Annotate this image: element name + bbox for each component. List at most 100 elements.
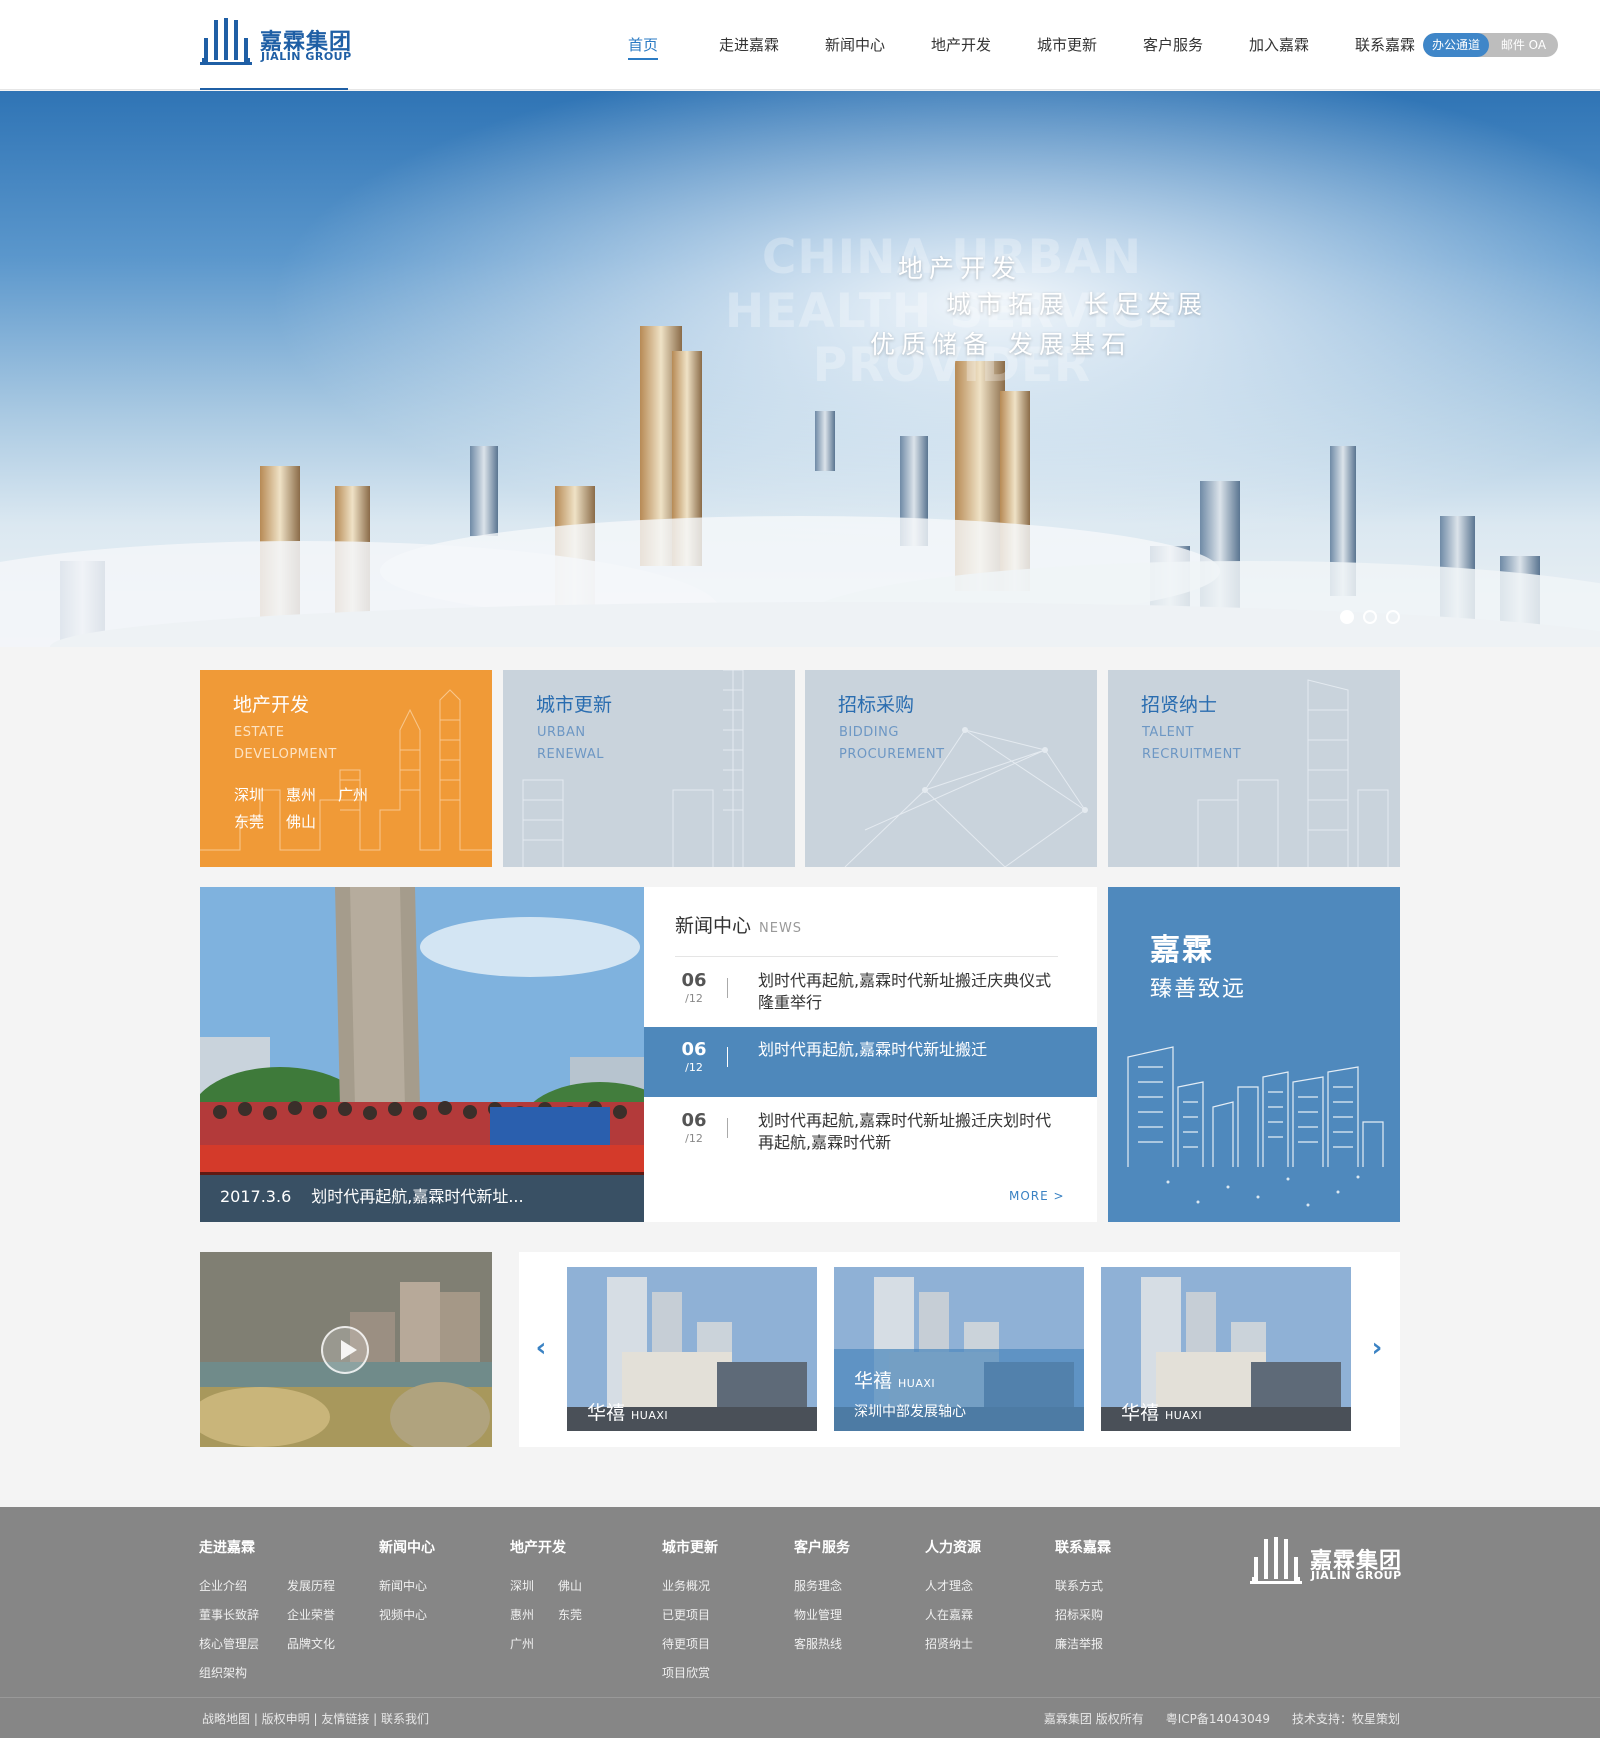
footer-column-title[interactable]: 城市更新 xyxy=(662,1537,742,1565)
banner-dot-1[interactable] xyxy=(1340,610,1354,624)
footer-link[interactable]: 业务概况 xyxy=(662,1577,742,1606)
footer-link[interactable]: 组织架构 xyxy=(199,1664,263,1693)
footer-utility-links[interactable]: 战略地图 | 版权申明 | 友情链接 | 联系我们 xyxy=(202,1710,429,1727)
footer-link[interactable]: 物业管理 xyxy=(794,1606,874,1635)
city-dongguan[interactable]: 东莞 xyxy=(234,809,286,836)
office-channel-button[interactable]: 办公通道 xyxy=(1423,33,1489,57)
footer-link[interactable]: 深圳 xyxy=(510,1577,534,1606)
footer-link[interactable]: 招标采购 xyxy=(1055,1606,1135,1635)
footer-link[interactable]: 新闻中心 xyxy=(379,1577,459,1606)
footer-link[interactable]: 客服热线 xyxy=(794,1635,874,1664)
site-header: 嘉霖集团 JIALIN GROUP 首页 走进嘉霖 新闻中心 地产开发 城市更新… xyxy=(0,0,1600,90)
nav-estate[interactable]: 地产开发 xyxy=(908,0,1014,90)
play-icon[interactable] xyxy=(321,1326,369,1374)
news-list-item-active[interactable]: 06 /12 划时代再起航,嘉霖时代新址搬迁 xyxy=(644,1027,1097,1097)
project-name-en: HUAXI xyxy=(898,1377,936,1390)
card-english: URBAN RENEWAL xyxy=(537,722,737,766)
footer-links: 深圳 佛山 惠州 东莞 广州 xyxy=(510,1577,582,1664)
footer-link[interactable]: 招贤纳士 xyxy=(925,1635,1005,1664)
nav-about[interactable]: 走进嘉霖 xyxy=(696,0,802,90)
footer-column-title[interactable]: 人力资源 xyxy=(925,1537,1005,1565)
card-bidding-procurement[interactable]: 招标采购 BIDDING PROCUREMENT xyxy=(805,670,1097,867)
footer-link[interactable]: 人在嘉霖 xyxy=(925,1606,1005,1635)
logo-mark-icon xyxy=(1250,1537,1302,1584)
city-list: 深圳 惠州 广州 东莞 佛山 xyxy=(234,782,394,836)
footer-link[interactable]: 董事长致辞 xyxy=(199,1606,263,1635)
footer-link[interactable]: 广州 xyxy=(510,1635,534,1664)
project-card[interactable]: 华禧 HUAXI xyxy=(567,1267,817,1431)
nav-service[interactable]: 客户服务 xyxy=(1120,0,1226,90)
news-title[interactable]: 划时代再起航,嘉霖时代新址搬迁庆典仪式隆重举行 xyxy=(758,970,1063,1014)
footer-links: 企业介绍 发展历程 董事长致辞 企业荣誉 核心管理层 品牌文化 组织架构 xyxy=(199,1577,351,1693)
footer-link[interactable]: 企业介绍 xyxy=(199,1577,263,1606)
footer-column-title[interactable]: 地产开发 xyxy=(510,1537,582,1565)
news-feature-photo[interactable]: 2017.3.6 划时代再起航,嘉霖时代新址... xyxy=(200,887,644,1222)
carousel-prev-icon[interactable]: ‹ xyxy=(531,1330,551,1366)
project-subtitle: 深圳中部发展轴心 xyxy=(854,1404,966,1420)
footer-links: 联系方式 招标采购 廉洁举报 xyxy=(1055,1577,1135,1664)
footer-link[interactable]: 佛山 xyxy=(558,1577,582,1606)
news-more-link[interactable]: MORE > xyxy=(1009,1189,1065,1203)
video-thumbnail[interactable] xyxy=(200,1252,492,1447)
logo-mark-icon xyxy=(200,18,252,65)
card-estate-development[interactable]: 地产开发 ESTATE DEVELOPMENT 深圳 惠州 广州 东莞 佛山 xyxy=(200,670,492,867)
project-name-cn: 华禧 xyxy=(1121,1402,1160,1424)
footer-link[interactable]: 品牌文化 xyxy=(287,1635,351,1664)
project-name: 华禧 HUAXI xyxy=(1121,1398,1202,1425)
city-huizhou[interactable]: 惠州 xyxy=(286,782,338,809)
news-date: 06 /12 xyxy=(676,1110,712,1146)
city-shenzhen[interactable]: 深圳 xyxy=(234,782,286,809)
nav-news[interactable]: 新闻中心 xyxy=(802,0,908,90)
footer-link[interactable]: 项目欣赏 xyxy=(662,1664,742,1693)
nav-home[interactable]: 首页 xyxy=(590,0,696,90)
footer-link[interactable]: 服务理念 xyxy=(794,1577,874,1606)
footer-link[interactable]: 已更项目 xyxy=(662,1606,742,1635)
footer-column-title[interactable]: 客户服务 xyxy=(794,1537,874,1565)
card-english-line-1: ESTATE xyxy=(234,725,285,740)
news-month: /12 xyxy=(685,992,703,1005)
news-list-item[interactable]: 06 /12 划时代再起航,嘉霖时代新址搬迁庆典仪式隆重举行 xyxy=(644,958,1097,1028)
footer-logo[interactable]: 嘉霖集团 JIALIN GROUP xyxy=(1250,1537,1402,1587)
banner-dot-2[interactable] xyxy=(1363,610,1377,624)
project-card-hover[interactable]: 华禧 HUAXI 深圳中部发展轴心 xyxy=(834,1267,1084,1431)
news-title[interactable]: 划时代再起航,嘉霖时代新址搬迁 xyxy=(758,1039,1063,1061)
nav-renewal[interactable]: 城市更新 xyxy=(1014,0,1120,90)
footer-link[interactable]: 惠州 xyxy=(510,1606,534,1635)
mail-oa-button[interactable]: 邮件 OA xyxy=(1489,33,1558,57)
footer-link[interactable]: 视频中心 xyxy=(379,1606,459,1635)
news-title[interactable]: 划时代再起航,嘉霖时代新址搬迁庆划时代再起航,嘉霖时代新 xyxy=(758,1110,1063,1154)
footer-column-title[interactable]: 新闻中心 xyxy=(379,1537,459,1565)
city-guangzhou[interactable]: 广州 xyxy=(338,782,390,809)
nav-join[interactable]: 加入嘉霖 xyxy=(1226,0,1332,90)
footer-link[interactable]: 待更项目 xyxy=(662,1635,742,1664)
city-foshan[interactable]: 佛山 xyxy=(286,809,338,836)
footer-link[interactable]: 企业荣誉 xyxy=(287,1606,351,1635)
logo[interactable]: 嘉霖集团 JIALIN GROUP xyxy=(200,18,352,68)
project-name: 华禧 HUAXI xyxy=(854,1366,935,1393)
footer-link[interactable]: 廉洁举报 xyxy=(1055,1635,1135,1664)
footer-column-renewal: 城市更新 业务概况 已更项目 待更项目 项目欣赏 xyxy=(662,1537,742,1693)
footer-link[interactable]: 东莞 xyxy=(558,1606,582,1635)
footer-column-title[interactable]: 走进嘉霖 xyxy=(199,1537,351,1565)
card-urban-renewal[interactable]: 城市更新 URBAN RENEWAL xyxy=(503,670,795,867)
news-separator xyxy=(727,1118,728,1138)
carousel-next-icon[interactable]: › xyxy=(1367,1330,1387,1366)
card-talent-recruitment[interactable]: 招贤纳士 TALENT RECRUITMENT xyxy=(1108,670,1400,867)
project-name-cn: 华禧 xyxy=(587,1402,626,1424)
banner-line-1: 地产开发 xyxy=(898,254,1023,283)
hero-banner: CHINA URBAN HEALTH SERVICE PROVIDER 地产开发… xyxy=(0,91,1600,647)
footer-link[interactable]: 人才理念 xyxy=(925,1577,1005,1606)
icp-number[interactable]: 粤ICP备14043049 xyxy=(1166,1712,1270,1726)
footer-link[interactable]: 发展历程 xyxy=(287,1577,351,1606)
logo-en-text: JIALIN GROUP xyxy=(261,50,352,63)
footer-links: 业务概况 已更项目 待更项目 项目欣赏 xyxy=(662,1577,742,1693)
project-card[interactable]: 华禧 HUAXI xyxy=(1101,1267,1351,1431)
footer-column-title[interactable]: 联系嘉霖 xyxy=(1055,1537,1135,1565)
footer-link[interactable]: 核心管理层 xyxy=(199,1635,263,1664)
banner-dot-3[interactable] xyxy=(1386,610,1400,624)
footer-links: 新闻中心 视频中心 xyxy=(379,1577,459,1635)
footer-link[interactable]: 联系方式 xyxy=(1055,1577,1135,1606)
news-separator xyxy=(727,978,728,998)
news-list-item[interactable]: 06 /12 划时代再起航,嘉霖时代新址搬迁庆划时代再起航,嘉霖时代新 xyxy=(644,1098,1097,1168)
footer-links: 服务理念 物业管理 客服热线 xyxy=(794,1577,874,1664)
